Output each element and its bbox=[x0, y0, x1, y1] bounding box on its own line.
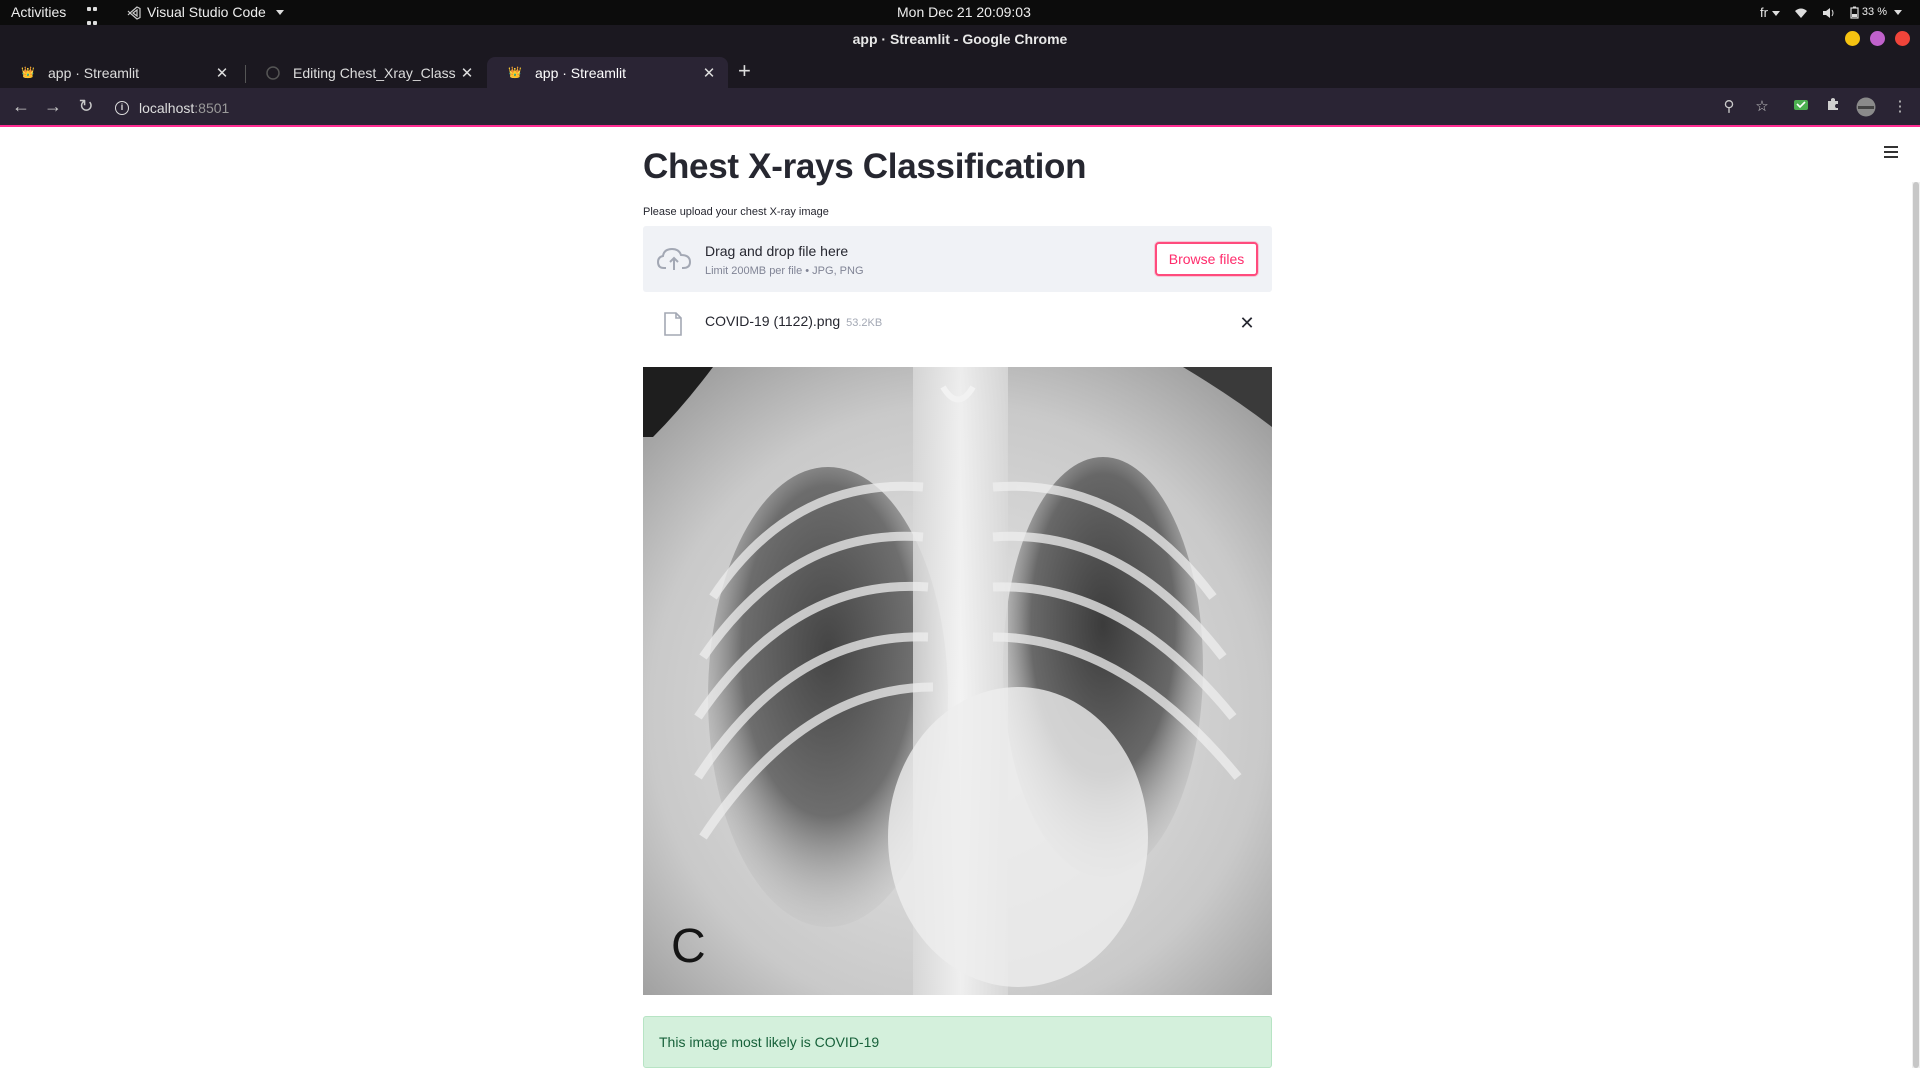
chevron-down-icon bbox=[275, 10, 284, 15]
keyboard-layout[interactable]: fr bbox=[1760, 0, 1780, 26]
tab-2[interactable]: Editing Chest_Xray_Classi ✕ bbox=[245, 57, 486, 88]
tab-title: app · Streamlit bbox=[48, 64, 140, 81]
minimize-button[interactable] bbox=[1845, 31, 1860, 46]
remove-file-icon[interactable]: ✕ bbox=[1238, 313, 1256, 334]
close-tab-icon[interactable]: ✕ bbox=[698, 64, 720, 82]
site-info-icon[interactable]: i bbox=[115, 101, 129, 115]
url-host: localhost bbox=[139, 100, 195, 116]
vscode-icon bbox=[127, 5, 141, 20]
maximize-button[interactable] bbox=[1870, 31, 1885, 46]
volume-icon bbox=[1822, 7, 1834, 18]
tab-title: app · Streamlit bbox=[535, 64, 627, 81]
close-tab-icon[interactable]: ✕ bbox=[211, 64, 233, 82]
keyboard-layout-label: fr bbox=[1759, 4, 1768, 20]
hamburger-menu-icon[interactable] bbox=[1884, 146, 1898, 161]
file-icon bbox=[664, 312, 682, 336]
file-name-text: COVID-19 (1122).png bbox=[705, 313, 841, 329]
streamlit-icon: 👑 bbox=[508, 67, 522, 79]
close-tab-icon[interactable]: ✕ bbox=[456, 64, 478, 82]
address-bar[interactable]: i localhost:8501 bbox=[115, 96, 229, 120]
active-app-name: Visual Studio Code bbox=[147, 4, 266, 20]
tab-title: Editing Chest_Xray_Classi bbox=[293, 64, 456, 81]
window-controls bbox=[1845, 31, 1910, 46]
uploaded-file-name: COVID-19 (1122).png 53.2KB bbox=[705, 313, 882, 329]
profile-avatar-icon[interactable] bbox=[1856, 97, 1876, 117]
streamlit-icon: 👑 bbox=[21, 67, 35, 79]
battery-icon bbox=[1850, 6, 1859, 19]
file-dropzone[interactable]: Drag and drop file here Limit 200MB per … bbox=[643, 226, 1272, 292]
system-top-bar: Activities Visual Studio Code Mon Dec 21… bbox=[0, 0, 1920, 25]
chest-xray-image: C bbox=[643, 367, 1272, 995]
battery-indicator[interactable]: 33 % bbox=[1850, 0, 1902, 25]
scrollbar[interactable] bbox=[1912, 182, 1920, 1068]
browse-files-button[interactable]: Browse files bbox=[1155, 242, 1258, 276]
prediction-success-alert: This image most likely is COVID-19 bbox=[643, 1016, 1272, 1068]
wifi-icon bbox=[1794, 8, 1807, 18]
streamlit-page: Chest X-rays Classification Please uploa… bbox=[0, 129, 1920, 1080]
tab-1[interactable]: 👑 app · Streamlit ✕ bbox=[0, 57, 241, 88]
dropzone-limit-text: Limit 200MB per file • JPG, PNG bbox=[705, 265, 864, 277]
zoom-icon[interactable]: ⚲ bbox=[1719, 97, 1739, 117]
close-window-button[interactable] bbox=[1895, 31, 1910, 46]
reload-icon[interactable]: ↻ bbox=[75, 96, 97, 117]
back-arrow-icon[interactable]: ← bbox=[10, 96, 32, 117]
chevron-down-icon bbox=[1771, 10, 1780, 16]
tab-strip: 👑 app · Streamlit ✕ Editing Chest_Xray_C… bbox=[0, 53, 1920, 88]
extension-icon[interactable] bbox=[1791, 97, 1811, 117]
uploaded-file-item: COVID-19 (1122).png 53.2KB ✕ bbox=[643, 308, 1272, 342]
clock[interactable]: Mon Dec 21 20:09:03 bbox=[897, 0, 1031, 25]
prediction-message: This image most likely is COVID-19 bbox=[659, 1034, 880, 1050]
url-port: :8501 bbox=[194, 100, 230, 116]
browser-toolbar: ← → ↻ i localhost:8501 ⚲ ☆ ⋮ bbox=[0, 88, 1920, 127]
activities-button[interactable]: Activities bbox=[11, 0, 66, 25]
file-size: 53.2KB bbox=[846, 317, 883, 329]
forward-arrow-icon[interactable]: → bbox=[42, 96, 64, 117]
extensions-puzzle-icon[interactable] bbox=[1823, 97, 1843, 117]
tab-3-active[interactable]: 👑 app · Streamlit ✕ bbox=[487, 57, 728, 88]
uploader-label: Please upload your chest X-ray image bbox=[643, 206, 829, 218]
window-title-bar: app · Streamlit - Google Chrome bbox=[0, 25, 1920, 53]
page-title: Chest X-rays Classification bbox=[643, 147, 1087, 186]
battery-percent: 33 % bbox=[1861, 6, 1887, 18]
xray-corner-label: C bbox=[671, 920, 706, 973]
cloud-upload-icon bbox=[657, 247, 691, 270]
github-icon bbox=[265, 65, 281, 81]
system-tray[interactable]: fr 33 % bbox=[1760, 0, 1902, 25]
scrollbar-thumb[interactable] bbox=[1913, 182, 1919, 1068]
chevron-down-icon bbox=[1894, 10, 1902, 15]
bookmark-star-icon[interactable]: ☆ bbox=[1752, 97, 1772, 117]
xray-picture bbox=[643, 367, 1272, 995]
dropzone-instructions: Drag and drop file here bbox=[705, 243, 849, 259]
new-tab-button[interactable]: + bbox=[738, 58, 751, 84]
window-title: app · Streamlit - Google Chrome bbox=[852, 31, 1068, 47]
active-app-menu[interactable]: Visual Studio Code bbox=[127, 0, 284, 25]
browser-menu-icon[interactable]: ⋮ bbox=[1890, 97, 1910, 117]
